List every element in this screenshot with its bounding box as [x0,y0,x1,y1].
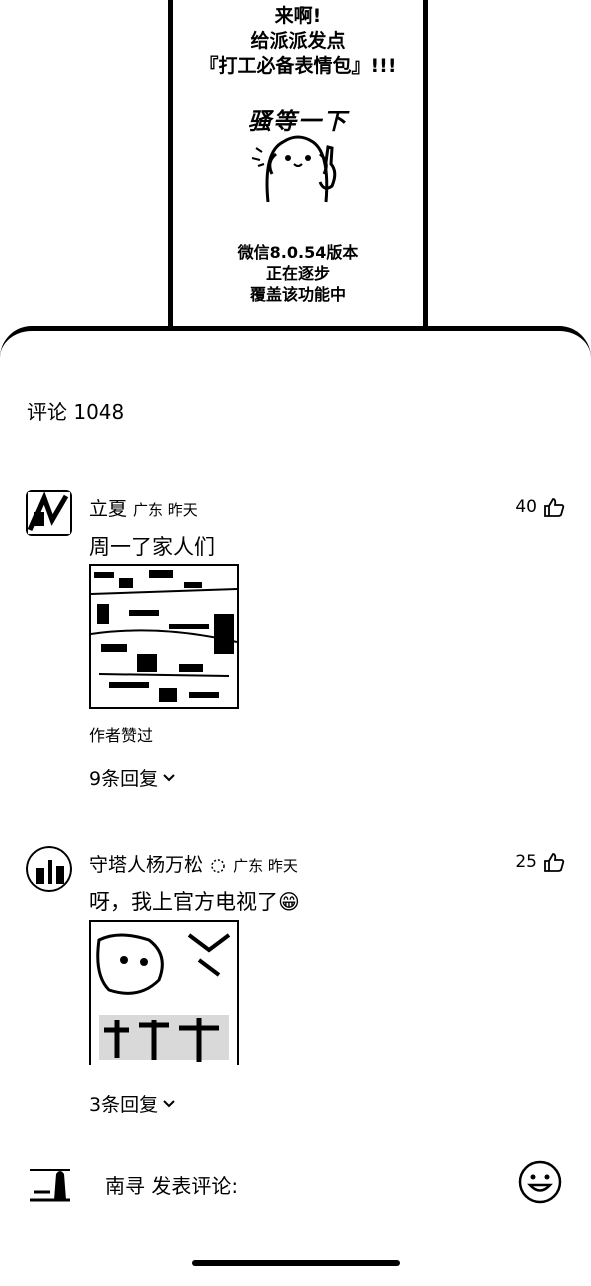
view-replies-button[interactable]: 9条回复 [89,764,176,791]
home-indicator[interactable] [192,1260,400,1266]
like-button[interactable]: 25 [515,852,565,872]
smiley-icon [518,1160,562,1204]
comments-sheet [0,326,591,1286]
avatar[interactable] [26,490,72,536]
comment-meta: 广东 昨天 [133,501,198,519]
avatar[interactable] [26,846,72,892]
user-avatar [26,1160,74,1208]
comment-header: 守塔人杨万松 广东 昨天 [89,850,298,877]
comment-text: 呀，我上官方电视了😁 [89,890,300,914]
notice-line-1: 微信8.0.54版本 [237,243,359,262]
badge-icon [211,858,225,873]
comment-header: 立夏 广东 昨天 [89,494,198,521]
commenter-name[interactable]: 立夏 [89,498,127,520]
comment-image[interactable] [89,564,239,709]
banner-title-line-1: 来啊! [274,5,322,27]
comment-meta: 广东 昨天 [233,857,298,875]
banner-notice: 微信8.0.54版本 正在逐步 覆盖该功能中 [173,242,423,305]
thumbs-up-icon [544,853,565,872]
banner-title: 来啊! 给派派发点 『打工必备表情包』!!! [173,4,423,79]
notice-line-2: 正在逐步 [265,264,330,283]
chevron-down-icon [163,1099,175,1107]
banner-title-line-3: 『打工必备表情包』!!! [199,55,397,77]
banner-title-line-2: 给派派发点 [250,30,346,52]
author-liked-label: 作者赞过 [89,726,154,745]
sticker-image: 骚等一下 [238,102,358,212]
sticker-dog-icon [251,135,337,203]
like-count: 40 [515,497,537,517]
replies-label: 3条回复 [89,1094,159,1116]
comment-input[interactable]: 南寻 发表评论: [105,1170,238,1199]
comments-count-title: 评论 1048 [27,400,125,424]
like-button[interactable]: 40 [515,497,565,517]
view-replies-button[interactable]: 3条回复 [89,1090,176,1117]
thumbs-up-icon [544,498,565,517]
replies-label: 9条回复 [89,768,159,790]
banner-card: 来啊! 给派派发点 『打工必备表情包』!!! 骚等一下 微信8.0.54版本 正… [168,0,428,330]
notice-line-3: 覆盖该功能中 [249,285,346,304]
like-count: 25 [515,852,537,872]
chevron-down-icon [163,773,175,781]
emoji-button[interactable] [518,1160,562,1204]
comment-image[interactable] [89,920,239,1065]
commenter-name[interactable]: 守塔人杨万松 [89,854,203,876]
comment-text: 周一了家人们 [89,535,215,559]
